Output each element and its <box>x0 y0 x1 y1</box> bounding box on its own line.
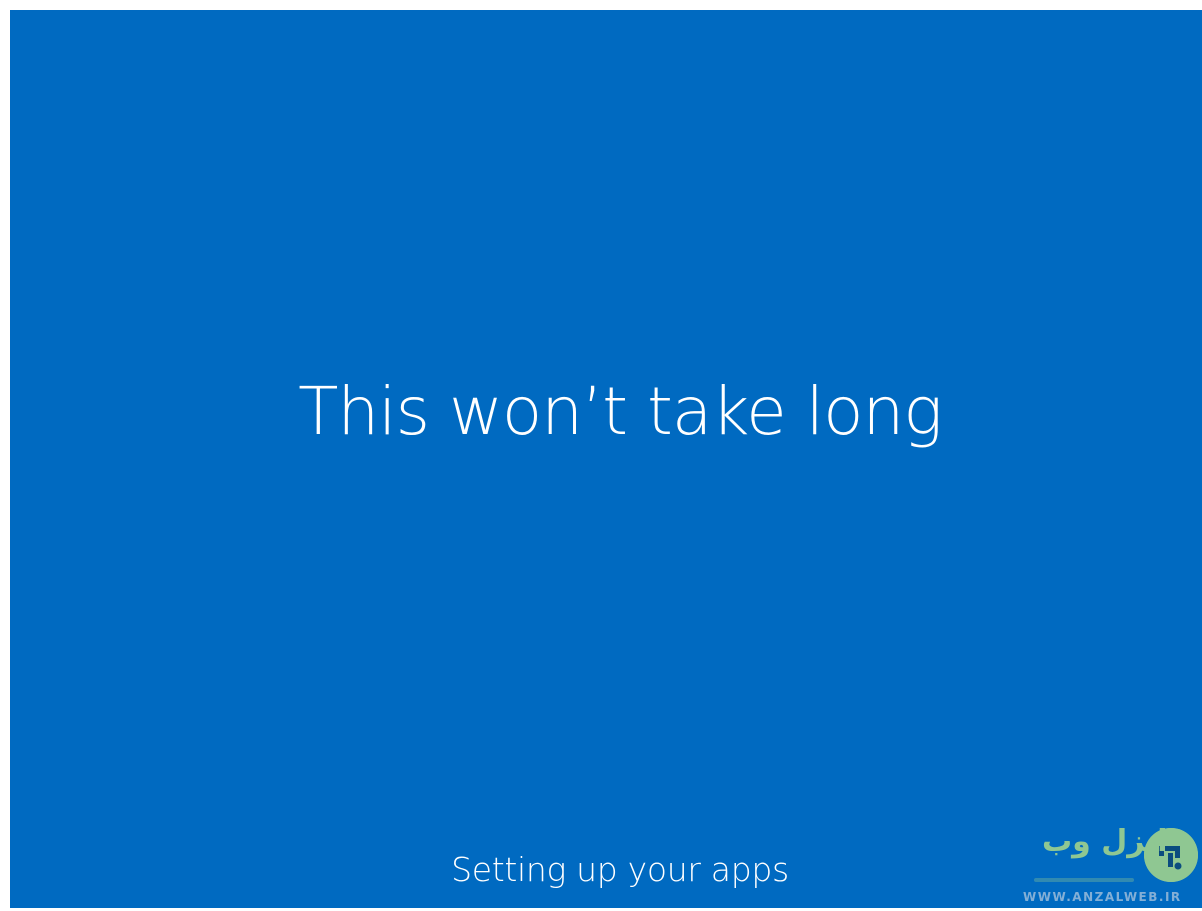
site-watermark: انزل وب WWW.ANZALWEB.IR <box>1006 818 1202 908</box>
setup-headline: This won’t take long <box>298 373 943 450</box>
setup-screen: This won’t take long Setting up your app… <box>10 10 1202 908</box>
watermark-tagline <box>1034 878 1134 882</box>
screenshot-frame: This won’t take long Setting up your app… <box>0 0 1202 911</box>
watermark-url: WWW.ANZALWEB.IR <box>1023 890 1182 904</box>
watermark-name: انزل وب <box>1042 824 1168 859</box>
